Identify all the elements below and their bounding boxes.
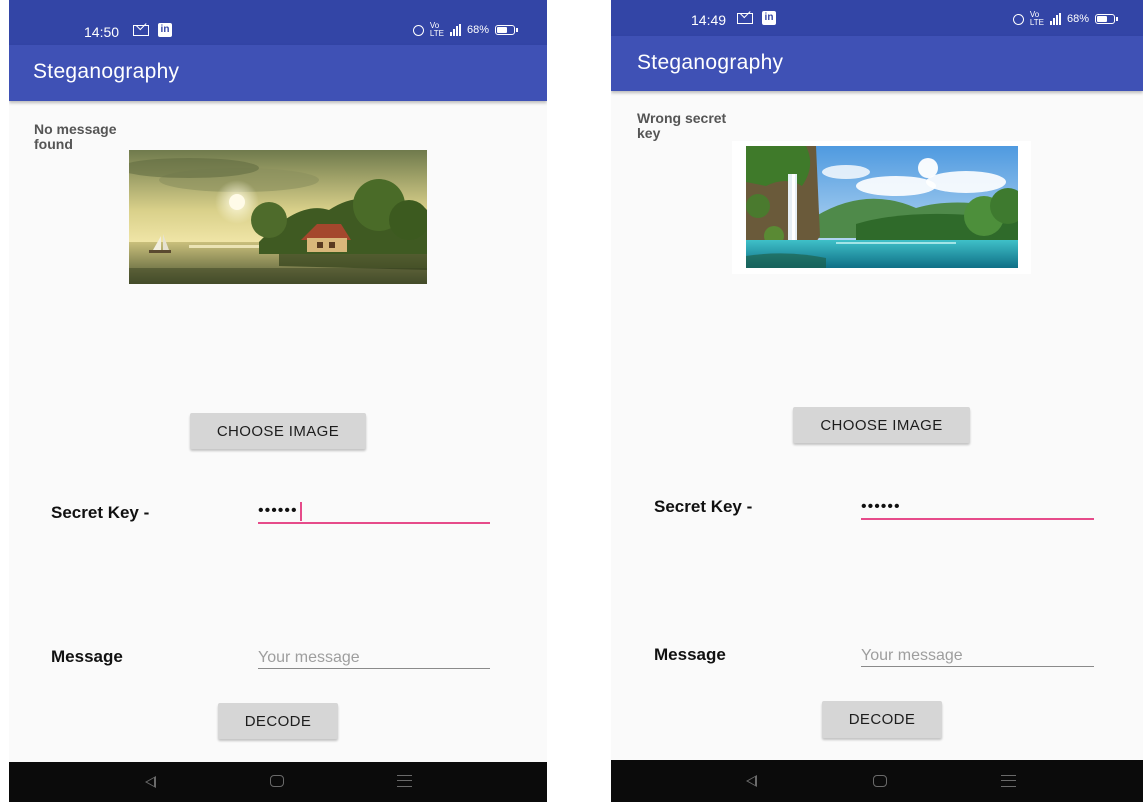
battery-percent: 68% bbox=[1066, 13, 1089, 25]
status-time: 14:49 bbox=[691, 12, 727, 28]
status-bar: 14:49 in Vo LTE 68% bbox=[611, 0, 1143, 36]
status-message: No message found bbox=[34, 121, 117, 152]
app-bar: Steganography bbox=[611, 36, 1143, 91]
status-bar: 14:50 in Vo LTE 68% bbox=[9, 0, 547, 45]
decode-button[interactable]: DECODE bbox=[822, 701, 942, 738]
gmail-icon bbox=[737, 12, 753, 24]
system-icons: Vo LTE 68% bbox=[412, 21, 518, 38]
back-icon[interactable] bbox=[746, 775, 757, 787]
linkedin-icon: in bbox=[762, 11, 776, 25]
choose-image-button[interactable]: CHOOSE IMAGE bbox=[793, 407, 970, 443]
selected-image[interactable] bbox=[129, 150, 427, 284]
choose-image-button[interactable]: CHOOSE IMAGE bbox=[190, 413, 366, 449]
battery-percent: 68% bbox=[466, 24, 489, 36]
text-cursor bbox=[300, 502, 302, 521]
status-message: Wrong secret key bbox=[637, 110, 727, 141]
secret-key-input[interactable] bbox=[258, 500, 490, 524]
battery-icon bbox=[495, 25, 518, 35]
alarm-icon bbox=[1012, 13, 1024, 25]
linkedin-icon: in bbox=[158, 23, 172, 37]
selected-image[interactable] bbox=[732, 141, 1031, 274]
menu-icon[interactable] bbox=[397, 775, 412, 787]
volte-icon: Vo LTE bbox=[1029, 10, 1044, 27]
app-title: Steganography bbox=[33, 60, 180, 83]
menu-icon[interactable] bbox=[1001, 775, 1016, 787]
home-icon[interactable] bbox=[270, 775, 284, 787]
signal-icon bbox=[1049, 13, 1061, 25]
signal-icon bbox=[449, 24, 461, 36]
system-icons: Vo LTE 68% bbox=[1012, 10, 1118, 27]
phone-screen-right: 14:49 in Vo LTE 68% Steganography Wrong s… bbox=[611, 0, 1143, 802]
alarm-icon bbox=[412, 24, 424, 36]
app-bar: Steganography bbox=[9, 45, 547, 101]
status-time: 14:50 bbox=[84, 24, 120, 40]
navigation-bar bbox=[9, 762, 547, 802]
home-icon[interactable] bbox=[873, 775, 887, 787]
message-input[interactable] bbox=[258, 647, 490, 669]
decode-button[interactable]: DECODE bbox=[218, 703, 338, 739]
secret-key-input[interactable] bbox=[861, 496, 1094, 520]
notification-icons: in bbox=[133, 23, 172, 37]
lakeside-cottage-painting bbox=[129, 150, 427, 284]
message-input[interactable] bbox=[861, 645, 1094, 667]
navigation-bar bbox=[611, 760, 1143, 802]
notification-icons: in bbox=[737, 11, 776, 25]
gmail-icon bbox=[133, 24, 149, 36]
battery-icon bbox=[1095, 14, 1118, 24]
secret-key-label: Secret Key - bbox=[51, 503, 150, 522]
waterfall-lake-photo bbox=[746, 146, 1018, 268]
volte-icon: Vo LTE bbox=[429, 21, 444, 38]
message-label: Message bbox=[654, 645, 726, 664]
back-icon[interactable] bbox=[145, 776, 156, 788]
app-title: Steganography bbox=[637, 51, 784, 74]
message-label: Message bbox=[51, 647, 123, 666]
phone-screen-left: 14:50 in Vo LTE 68% Steganography No mess… bbox=[9, 0, 547, 802]
secret-key-label: Secret Key - bbox=[654, 497, 753, 516]
